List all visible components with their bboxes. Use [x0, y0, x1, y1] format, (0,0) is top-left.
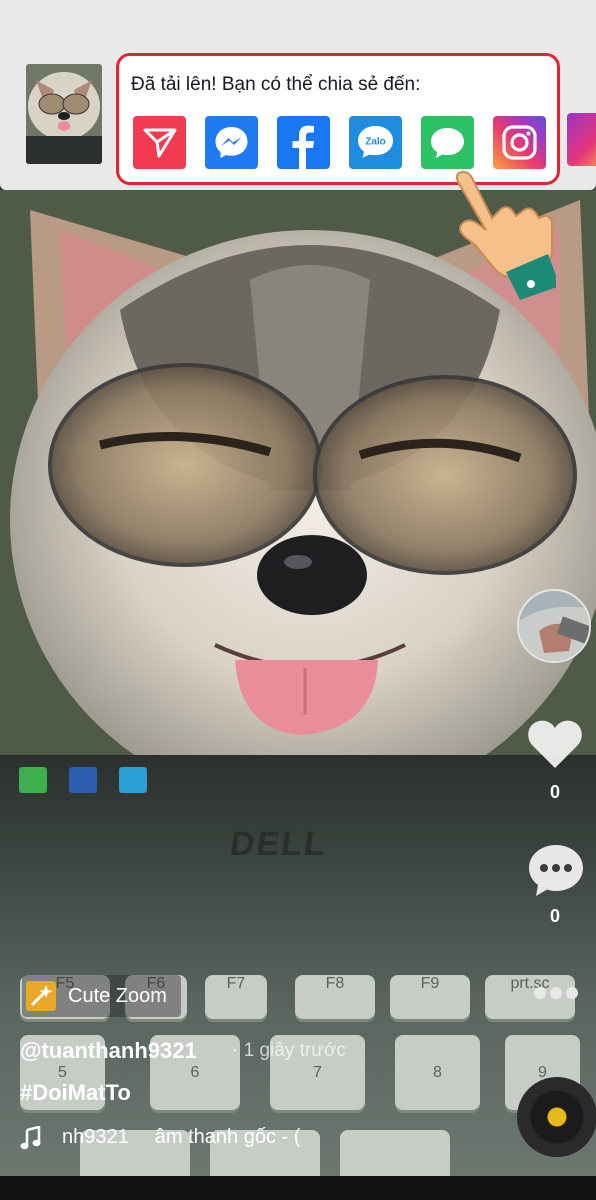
laptop-brand: DELL [227, 825, 330, 863]
share-title: Đã tải lên! Bạn có thể chia sẻ đến: [131, 74, 421, 95]
share-messenger-button[interactable] [205, 116, 258, 169]
zalo-icon: Zalo [358, 126, 393, 158]
key: F7 [205, 975, 267, 1019]
effect-label: Cute Zoom [68, 984, 167, 1007]
music-title: âm thanh gốc - ( [154, 1126, 301, 1148]
comment-count: 0 [549, 906, 560, 926]
zalo-label: Zalo [365, 137, 386, 148]
share-more-button[interactable] [567, 113, 596, 166]
music-ticker[interactable]: nh9321 âm thanh gốc - ( [62, 1126, 300, 1149]
key: F8 [295, 975, 375, 1019]
messenger-icon [215, 127, 248, 158]
bottom-navigation-bar [0, 1176, 596, 1200]
more-options-icon[interactable] [532, 986, 580, 1000]
paper-plane-icon [143, 128, 177, 158]
key: F9 [390, 975, 470, 1019]
like-count: 0 [549, 782, 560, 802]
music-note-icon [20, 1126, 41, 1150]
facebook-icon [292, 125, 314, 169]
author-username[interactable]: @tuanthanh9321 [20, 1038, 197, 1064]
post-time: · 1 giây trước [232, 1040, 346, 1061]
skype-app-icon [119, 767, 147, 793]
word-app-icon [69, 767, 97, 793]
effect-chip[interactable]: Cute Zoom [22, 975, 181, 1017]
sparkle-icon [26, 981, 56, 1011]
video-thumbnail[interactable] [26, 64, 102, 164]
music-user: nh9321 [62, 1126, 129, 1148]
share-facebook-button[interactable] [277, 116, 330, 169]
creator-avatar[interactable] [517, 589, 591, 663]
music-disc[interactable] [517, 1077, 596, 1157]
pointing-hand-icon [455, 170, 556, 300]
hashtag-link[interactable]: #DoiMatTo [20, 1080, 131, 1106]
heart-icon[interactable] [526, 718, 584, 770]
share-direct-button[interactable] [133, 116, 186, 169]
taskbar [15, 763, 155, 799]
key: 8 [395, 1035, 480, 1110]
comment-icon[interactable] [527, 842, 585, 898]
line-app-icon [19, 767, 47, 793]
share-zalo-button[interactable]: Zalo [349, 116, 402, 169]
